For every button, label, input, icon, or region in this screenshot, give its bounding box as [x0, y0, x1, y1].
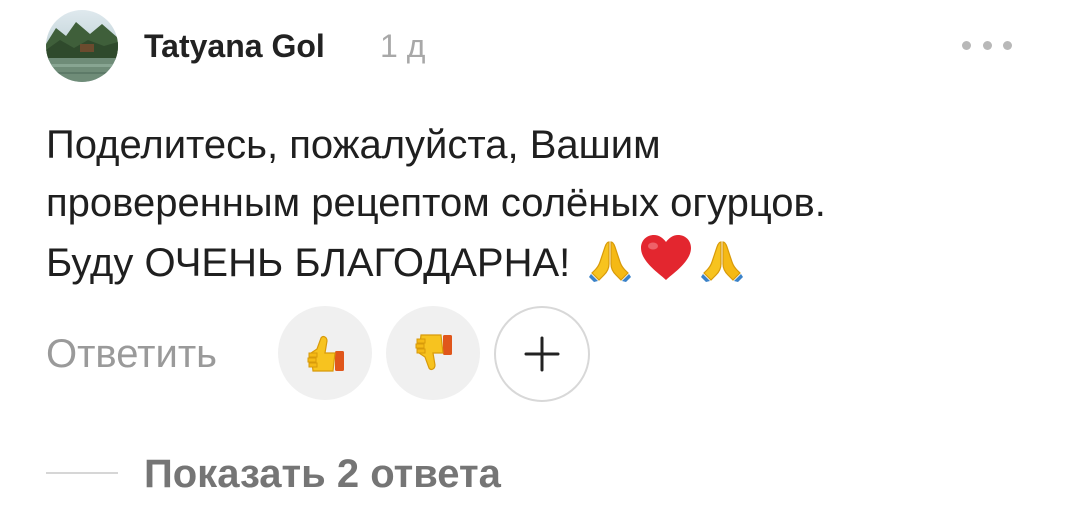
folded-hands-icon	[589, 241, 632, 282]
add-reaction-button[interactable]	[494, 306, 590, 402]
comment-line: Буду ОЧЕНЬ БЛАГОДАРНА!	[46, 241, 571, 285]
avatar[interactable]	[46, 10, 118, 82]
comment-timestamp: 1 д	[380, 28, 426, 64]
comment-card: Tatyana Gol 1 д Поделитесь, пожалуйста, …	[0, 0, 1071, 522]
more-dot-icon	[1003, 40, 1012, 50]
thumbs-down-icon	[415, 334, 452, 371]
avatar-landscape-image	[46, 10, 118, 82]
comment-line-with-emojis: Буду ОЧЕНЬ БЛАГОДАРНА!	[46, 232, 1046, 292]
like-reaction-button[interactable]	[278, 306, 372, 400]
comment-line: проверенным рецептом солёных огурцов.	[46, 181, 826, 225]
emoji-group	[588, 232, 744, 282]
thumbs-up-icon	[307, 335, 344, 372]
red-heart-icon	[641, 235, 692, 280]
comment-body: Поделитесь, пожалуйста, Вашим проверенны…	[46, 116, 1046, 292]
dislike-reaction-button[interactable]	[386, 306, 480, 400]
folded-hands-icon	[701, 241, 744, 282]
show-replies-button[interactable]: Показать 2 ответа	[144, 452, 501, 496]
more-dot-icon	[982, 40, 992, 50]
author-name[interactable]: Tatyana Gol	[144, 28, 325, 64]
more-dot-icon	[962, 40, 971, 50]
more-options-button[interactable]	[962, 30, 1012, 60]
replies-divider	[46, 472, 118, 474]
reply-button[interactable]: Ответить	[46, 331, 217, 377]
add-reaction-icon	[524, 336, 560, 372]
comment-line: Поделитесь, пожалуйста, Вашим	[46, 123, 661, 167]
